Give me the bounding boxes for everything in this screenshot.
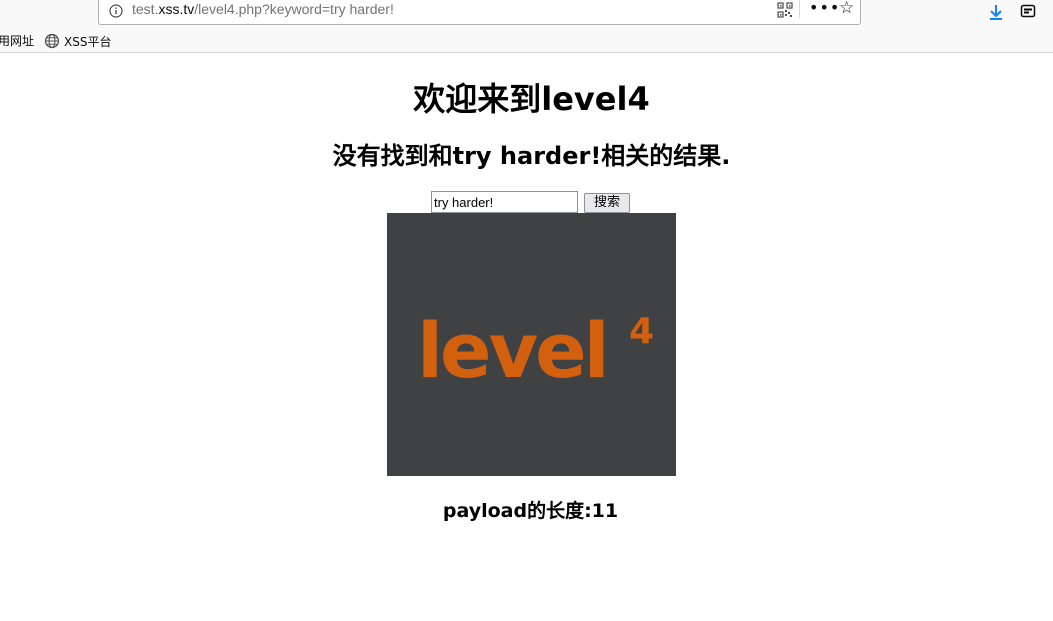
bookmark-label: XSS平台 [64, 35, 112, 49]
bookmark-item[interactable]: 用网址 [0, 33, 34, 49]
reader-view-icon[interactable] [1020, 3, 1036, 23]
more-icon[interactable]: ••• [809, 0, 840, 16]
address-bar[interactable]: test.xss.tv/level4.php?keyword=try harde… [98, 0, 861, 25]
info-icon[interactable] [109, 3, 123, 22]
download-icon[interactable] [987, 3, 1005, 25]
page-title: 欢迎来到level4 [413, 80, 650, 118]
bookmark-star-icon[interactable]: ☆ [839, 0, 854, 17]
bookmark-item-xss[interactable]: XSS平台 [44, 33, 111, 50]
level-logo-text: level [417, 306, 607, 395]
globe-icon [44, 33, 60, 49]
url-path: /level4.php?keyword=try harder! [194, 1, 394, 17]
level-logo-graphic: level 4 [417, 306, 654, 395]
url-separator [799, 0, 800, 18]
bookmark-label: 用网址 [0, 34, 35, 48]
qr-code-icon[interactable] [777, 2, 793, 22]
browser-toolbar: test.xss.tv/level4.php?keyword=try harde… [0, 0, 1053, 30]
search-button[interactable]: 搜索 [584, 193, 630, 213]
url-prefix: test. [132, 1, 159, 17]
payload-length: payload的长度:11 [442, 500, 619, 522]
level-logo-superscript: 4 [629, 311, 654, 352]
bookmarks-bar: 用网址 XSS平台 [0, 30, 1053, 53]
level-logo-image: level 4 [387, 213, 676, 476]
url-host: xss.tv [158, 1, 195, 17]
search-input[interactable] [431, 191, 578, 213]
result-message: 没有找到和try harder!相关的结果. [332, 142, 731, 170]
url-text[interactable]: test.xss.tv/level4.php?keyword=try harde… [132, 1, 394, 17]
